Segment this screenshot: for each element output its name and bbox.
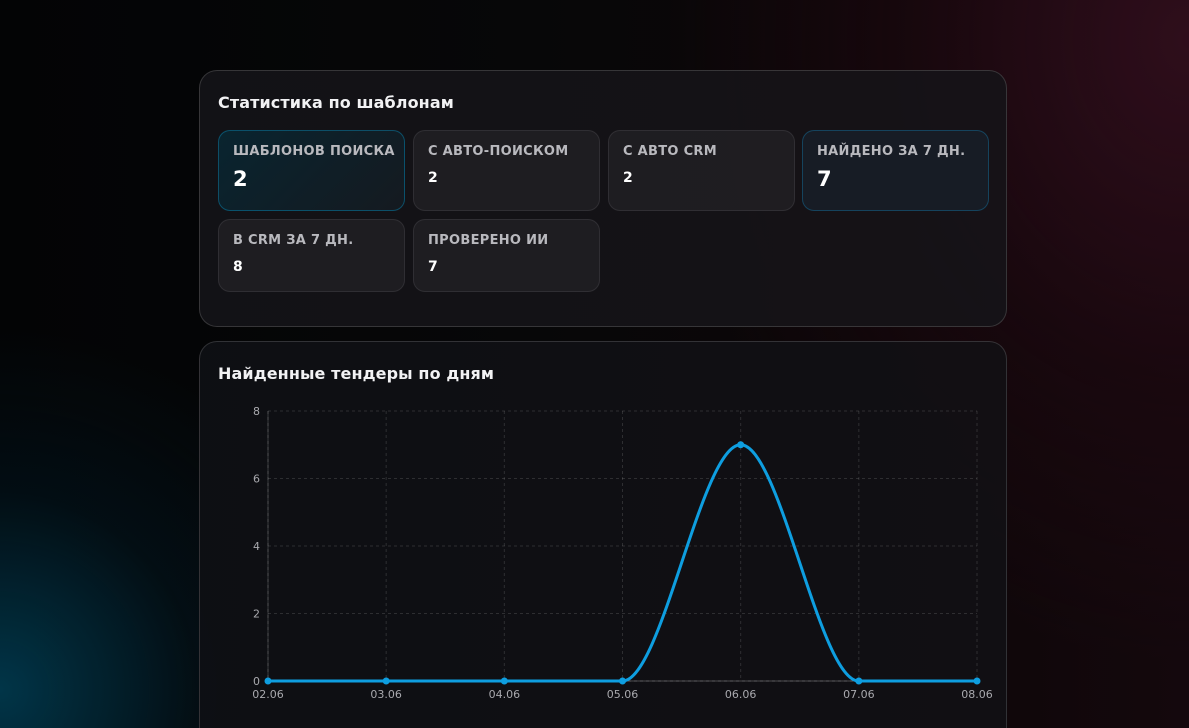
data-point (855, 677, 863, 685)
stat-label: ПРОВЕРЕНО ИИ (428, 233, 549, 248)
stat-value: 8 (233, 259, 243, 275)
stat-card-ai-checked: ПРОВЕРЕНО ИИ 7 (413, 219, 600, 292)
stat-label: В CRM ЗА 7 ДН. (233, 233, 354, 248)
stat-value: 2 (233, 167, 248, 191)
data-point (382, 677, 390, 685)
tenders-line-chart: 0 2 4 6 8 02.06 03.06 04.06 05.06 06.06 07.06 08.06 (252, 405, 993, 701)
x-tick-label: 07.06 (843, 688, 875, 701)
x-tick-label: 08.06 (961, 688, 993, 701)
y-tick-label: 2 (253, 608, 260, 621)
stat-value: 2 (428, 170, 438, 186)
data-point (737, 441, 745, 449)
stat-value: 7 (428, 259, 438, 275)
tenders-by-day-panel: Найденные тендеры по дням 0 2 4 6 8 02.06 03.0… (199, 341, 1007, 728)
x-tick-label: 06.06 (725, 688, 757, 701)
data-point (500, 677, 508, 685)
x-tick-label: 04.06 (489, 688, 521, 701)
templates-stats-panel: Статистика по шаблонам ШАБЛОНОВ ПОИСКА 2… (199, 70, 1007, 327)
stat-card-search-templates: ШАБЛОНОВ ПОИСКА 2 (218, 130, 405, 211)
data-point (973, 677, 981, 685)
stat-label: С АВТО CRM (623, 144, 717, 159)
stat-card-crm-7-days: В CRM ЗА 7 ДН. 8 (218, 219, 405, 292)
stat-card-found-7-days: НАЙДЕНО ЗА 7 ДН. 7 (802, 130, 989, 211)
stat-value: 2 (623, 170, 633, 186)
y-tick-label: 0 (253, 675, 260, 688)
x-tick-label: 03.06 (370, 688, 402, 701)
stat-value: 7 (817, 167, 832, 191)
stat-card-auto-search: С АВТО-ПОИСКОМ 2 (413, 130, 600, 211)
data-point (619, 677, 626, 685)
y-tick-label: 4 (253, 540, 260, 553)
stat-card-auto-crm: С АВТО CRM 2 (608, 130, 795, 211)
stat-label: НАЙДЕНО ЗА 7 ДН. (817, 144, 966, 159)
x-tick-label: 05.06 (607, 688, 639, 701)
y-tick-label: 8 (253, 405, 260, 418)
x-tick-label: 02.06 (252, 688, 284, 701)
data-point (264, 677, 272, 685)
y-tick-label: 6 (253, 473, 260, 486)
stat-label: ШАБЛОНОВ ПОИСКА (233, 144, 395, 159)
stats-panel-title: Статистика по шаблонам (218, 93, 454, 112)
stat-label: С АВТО-ПОИСКОМ (428, 144, 569, 159)
